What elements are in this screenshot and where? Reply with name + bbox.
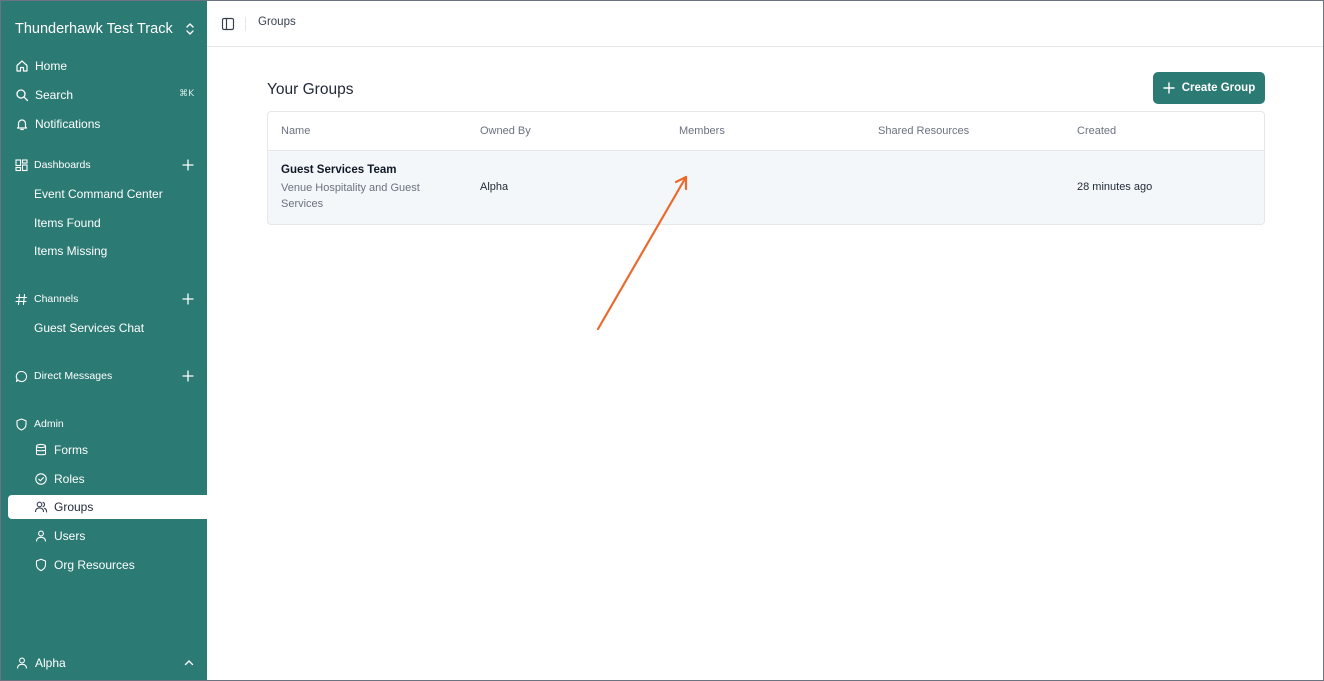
admin-item-forms[interactable]: Forms (34, 440, 88, 460)
shield-icon (15, 417, 28, 431)
hash-icon (15, 293, 28, 306)
column-header-owned-by[interactable]: Owned By (480, 125, 531, 137)
column-header-shared-resources[interactable]: Shared Resources (878, 125, 969, 137)
admin-item-org-resources-label: Org Resources (54, 558, 135, 572)
group-owner: Alpha (480, 181, 509, 193)
nav-notifications[interactable]: Notifications (15, 113, 100, 135)
workspace-title: Thunderhawk Test Track (15, 21, 173, 37)
table-row[interactable]: Guest Services Team Venue Hospitality an… (268, 151, 1264, 224)
admin-item-org-resources[interactable]: Org Resources (34, 555, 135, 575)
nav-search-label: Search (35, 88, 74, 102)
admin-item-users[interactable]: Users (34, 526, 85, 546)
workspace-switcher[interactable]: Thunderhawk Test Track (15, 18, 195, 40)
plus-icon (1163, 82, 1175, 94)
add-dashboard-plus-icon[interactable] (181, 158, 195, 172)
add-direct-message-plus-icon[interactable] (181, 369, 195, 383)
user-name: Alpha (35, 656, 66, 670)
channels-label: Channels (34, 293, 79, 305)
toolbar-divider (245, 17, 246, 31)
dashboard-grid-icon (15, 158, 28, 172)
sidebar: Thunderhawk Test Track Home Search ⌘K No… (1, 1, 207, 680)
admin-item-groups[interactable]: Groups (8, 495, 207, 519)
database-icon (34, 443, 48, 457)
nav-home-label: Home (35, 59, 68, 73)
channels-section: Channels (15, 289, 195, 309)
direct-messages-section: Direct Messages (15, 366, 195, 386)
dashboards-section: Dashboards (15, 155, 195, 175)
group-name: Guest Services Team (281, 164, 397, 176)
shield-icon (34, 558, 48, 572)
bell-icon (15, 117, 29, 131)
nav-notifications-label: Notifications (35, 117, 101, 131)
top-bar: Groups (207, 1, 1323, 47)
chevron-up-down-icon (185, 22, 195, 36)
annotation-arrow (596, 175, 688, 331)
table-header: Name Owned By Members Shared Resources C… (268, 112, 1264, 151)
search-shortcut: ⌘K (179, 89, 194, 99)
user-menu[interactable]: Alpha (15, 656, 195, 670)
check-circle-icon (34, 472, 48, 486)
admin-item-roles-label: Roles (54, 472, 85, 486)
add-channel-plus-icon[interactable] (181, 292, 195, 306)
breadcrumb: Groups (258, 16, 296, 28)
channel-item-guest-services-chat[interactable]: Guest Services Chat (34, 318, 144, 338)
groups-table: Name Owned By Members Shared Resources C… (267, 111, 1265, 225)
nav-home[interactable]: Home (15, 55, 67, 77)
create-group-label: Create Group (1181, 82, 1256, 94)
app-window: Thunderhawk Test Track Home Search ⌘K No… (0, 0, 1324, 681)
column-header-name[interactable]: Name (281, 125, 310, 137)
admin-item-roles[interactable]: Roles (34, 469, 85, 489)
admin-item-forms-label: Forms (54, 443, 88, 457)
column-header-members[interactable]: Members (679, 125, 725, 137)
column-header-created[interactable]: Created (1077, 125, 1116, 137)
sidebar-toggle-icon[interactable] (221, 17, 235, 31)
page-title: Your Groups (267, 81, 354, 98)
dashboard-item-event-command-center[interactable]: Event Command Center (34, 184, 163, 204)
admin-item-groups-label: Groups (54, 500, 94, 514)
message-circle-icon (15, 370, 28, 383)
group-description: Venue Hospitality and Guest Services (281, 182, 420, 210)
admin-item-users-label: Users (54, 529, 86, 543)
dashboard-item-items-found[interactable]: Items Found (34, 213, 101, 233)
chevron-up-icon (183, 657, 195, 669)
direct-messages-label: Direct Messages (34, 370, 113, 382)
admin-label: Admin (34, 418, 64, 430)
users-icon (34, 500, 48, 514)
user-icon (15, 656, 29, 670)
search-icon (15, 88, 29, 102)
admin-section: Admin (15, 414, 195, 434)
nav-search[interactable]: Search (15, 84, 73, 106)
user-icon (34, 529, 48, 543)
dashboards-label: Dashboards (34, 159, 91, 171)
home-icon (15, 59, 29, 73)
dashboard-item-items-missing[interactable]: Items Missing (34, 241, 107, 261)
group-created: 28 minutes ago (1077, 181, 1153, 193)
create-group-button[interactable]: Create Group (1153, 72, 1265, 104)
